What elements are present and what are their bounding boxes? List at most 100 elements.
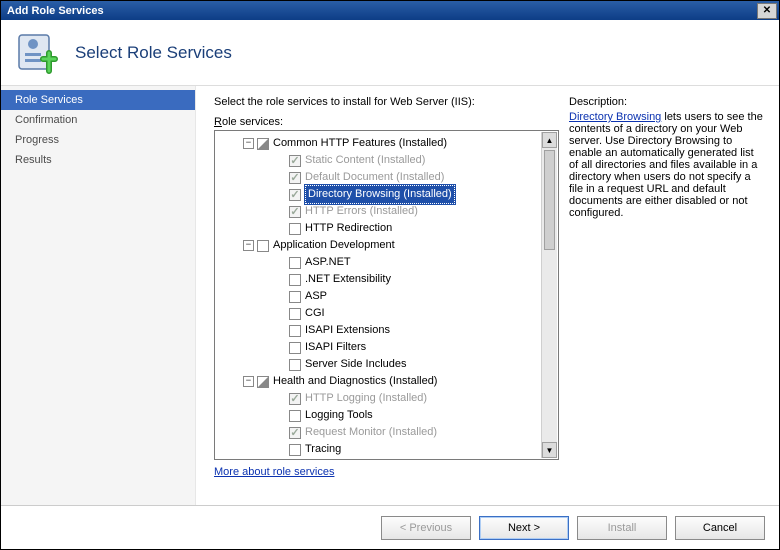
expander-placeholder bbox=[275, 444, 286, 455]
more-about-role-services-link[interactable]: More about role services bbox=[214, 466, 559, 478]
tree-node[interactable]: − Health and Diagnostics (Installed) bbox=[217, 373, 556, 390]
expander-placeholder bbox=[275, 359, 286, 370]
wizard-steps-sidebar: Role Services Confirmation Progress Resu… bbox=[1, 86, 196, 505]
wizard-header: Select Role Services bbox=[1, 20, 779, 86]
tree-node-label: ASP.NET bbox=[305, 254, 351, 271]
tree-node-label: Application Development bbox=[273, 237, 395, 254]
tree-node[interactable]: HTTP Redirection bbox=[217, 220, 556, 237]
instruction-text: Select the role services to install for … bbox=[214, 96, 559, 108]
role-services-tree[interactable]: − Common HTTP Features (Installed) ✓ Static… bbox=[214, 130, 559, 460]
tree-node-label: CGI bbox=[305, 305, 325, 322]
checkbox[interactable] bbox=[257, 376, 269, 388]
checkbox[interactable]: ✓ bbox=[289, 189, 301, 201]
expander-placeholder bbox=[275, 189, 286, 200]
tree-node[interactable]: ✓ Static Content (Installed) bbox=[217, 152, 556, 169]
collapse-icon[interactable]: − bbox=[243, 376, 254, 387]
tree-node-label: Directory Browsing (Installed) bbox=[305, 185, 455, 204]
tree-node[interactable]: − Common HTTP Features (Installed) bbox=[217, 135, 556, 152]
checkbox[interactable] bbox=[289, 410, 301, 422]
expander-placeholder bbox=[275, 325, 286, 336]
tree-node[interactable]: ✓ Request Monitor (Installed) bbox=[217, 424, 556, 441]
tree-node[interactable]: CGI bbox=[217, 305, 556, 322]
collapse-icon[interactable]: − bbox=[243, 138, 254, 149]
page-title: Select Role Services bbox=[75, 43, 232, 63]
tree-node-label: Request Monitor (Installed) bbox=[305, 424, 437, 441]
collapse-icon[interactable]: − bbox=[243, 240, 254, 251]
cancel-button[interactable]: Cancel bbox=[675, 516, 765, 540]
expander-placeholder bbox=[275, 393, 286, 404]
tree-node[interactable]: ISAPI Filters bbox=[217, 339, 556, 356]
window-title: Add Role Services bbox=[7, 5, 104, 17]
checkbox[interactable] bbox=[289, 444, 301, 456]
install-button[interactable]: Install bbox=[577, 516, 667, 540]
scroll-down-arrow[interactable]: ▼ bbox=[542, 442, 557, 458]
checkbox[interactable]: ✓ bbox=[289, 427, 301, 439]
checkbox[interactable]: ✓ bbox=[289, 155, 301, 167]
tree-node-label: Custom Logging bbox=[305, 458, 385, 460]
tree-node[interactable]: ✓ Directory Browsing (Installed) bbox=[217, 186, 556, 203]
tree-node[interactable]: Server Side Includes bbox=[217, 356, 556, 373]
description-panel: Description: Directory Browsing lets use… bbox=[569, 96, 765, 499]
checkbox[interactable] bbox=[257, 138, 269, 150]
description-body: Directory Browsing lets users to see the… bbox=[569, 111, 765, 219]
tree-node[interactable]: .NET Extensibility bbox=[217, 271, 556, 288]
tree-node[interactable]: ASP bbox=[217, 288, 556, 305]
expander-placeholder bbox=[275, 155, 286, 166]
expander-placeholder bbox=[275, 223, 286, 234]
close-button[interactable]: ✕ bbox=[757, 3, 777, 19]
tree-node-label: ISAPI Extensions bbox=[305, 322, 390, 339]
tree-node-label: Health and Diagnostics (Installed) bbox=[273, 373, 437, 390]
checkbox[interactable] bbox=[257, 240, 269, 252]
checkbox[interactable] bbox=[289, 308, 301, 320]
checkbox[interactable] bbox=[289, 359, 301, 371]
tree-node[interactable]: Tracing bbox=[217, 441, 556, 458]
tree-node-label: Default Document (Installed) bbox=[305, 169, 444, 186]
expander-placeholder bbox=[275, 274, 286, 285]
checkbox[interactable] bbox=[289, 291, 301, 303]
step-confirmation[interactable]: Confirmation bbox=[1, 110, 195, 130]
tree-node[interactable]: Custom Logging bbox=[217, 458, 556, 460]
checkbox[interactable]: ✓ bbox=[289, 172, 301, 184]
step-role-services[interactable]: Role Services bbox=[1, 90, 195, 110]
checkbox[interactable] bbox=[289, 223, 301, 235]
expander-placeholder bbox=[275, 172, 286, 183]
wizard-footer: < Previous Next > Install Cancel bbox=[1, 505, 779, 549]
expander-placeholder bbox=[275, 257, 286, 268]
tree-scrollbar[interactable]: ▲ ▼ bbox=[541, 132, 557, 458]
checkbox[interactable]: ✓ bbox=[289, 206, 301, 218]
tree-node[interactable]: Logging Tools bbox=[217, 407, 556, 424]
tree-node[interactable]: ASP.NET bbox=[217, 254, 556, 271]
tree-node-label: HTTP Logging (Installed) bbox=[305, 390, 427, 407]
scroll-thumb[interactable] bbox=[544, 150, 555, 250]
checkbox[interactable] bbox=[289, 325, 301, 337]
tree-node[interactable]: ✓ HTTP Logging (Installed) bbox=[217, 390, 556, 407]
previous-button[interactable]: < Previous bbox=[381, 516, 471, 540]
tree-node-label: ASP bbox=[305, 288, 327, 305]
tree-node-label: Logging Tools bbox=[305, 407, 373, 424]
next-button[interactable]: Next > bbox=[479, 516, 569, 540]
expander-placeholder bbox=[275, 427, 286, 438]
role-services-label: Role services: bbox=[214, 116, 559, 128]
tree-node[interactable]: ✓ Default Document (Installed) bbox=[217, 169, 556, 186]
tree-node[interactable]: − Application Development bbox=[217, 237, 556, 254]
tree-node-label: Static Content (Installed) bbox=[305, 152, 425, 169]
tree-node-label: Server Side Includes bbox=[305, 356, 407, 373]
checkbox[interactable] bbox=[289, 274, 301, 286]
checkbox[interactable] bbox=[289, 257, 301, 269]
tree-node-label: HTTP Errors (Installed) bbox=[305, 203, 418, 220]
tree-node-label: Common HTTP Features (Installed) bbox=[273, 135, 447, 152]
tree-node[interactable]: ISAPI Extensions bbox=[217, 322, 556, 339]
expander-placeholder bbox=[275, 291, 286, 302]
tree-node-label: .NET Extensibility bbox=[305, 271, 391, 288]
step-progress[interactable]: Progress bbox=[1, 130, 195, 150]
step-results[interactable]: Results bbox=[1, 150, 195, 170]
expander-placeholder bbox=[275, 206, 286, 217]
scroll-up-arrow[interactable]: ▲ bbox=[542, 132, 557, 148]
tree-node-label: Tracing bbox=[305, 441, 341, 458]
titlebar: Add Role Services ✕ bbox=[1, 1, 779, 20]
tree-node[interactable]: ✓ HTTP Errors (Installed) bbox=[217, 203, 556, 220]
description-feature-link[interactable]: Directory Browsing bbox=[569, 111, 661, 123]
expander-placeholder bbox=[275, 308, 286, 319]
checkbox[interactable]: ✓ bbox=[289, 393, 301, 405]
checkbox[interactable] bbox=[289, 342, 301, 354]
